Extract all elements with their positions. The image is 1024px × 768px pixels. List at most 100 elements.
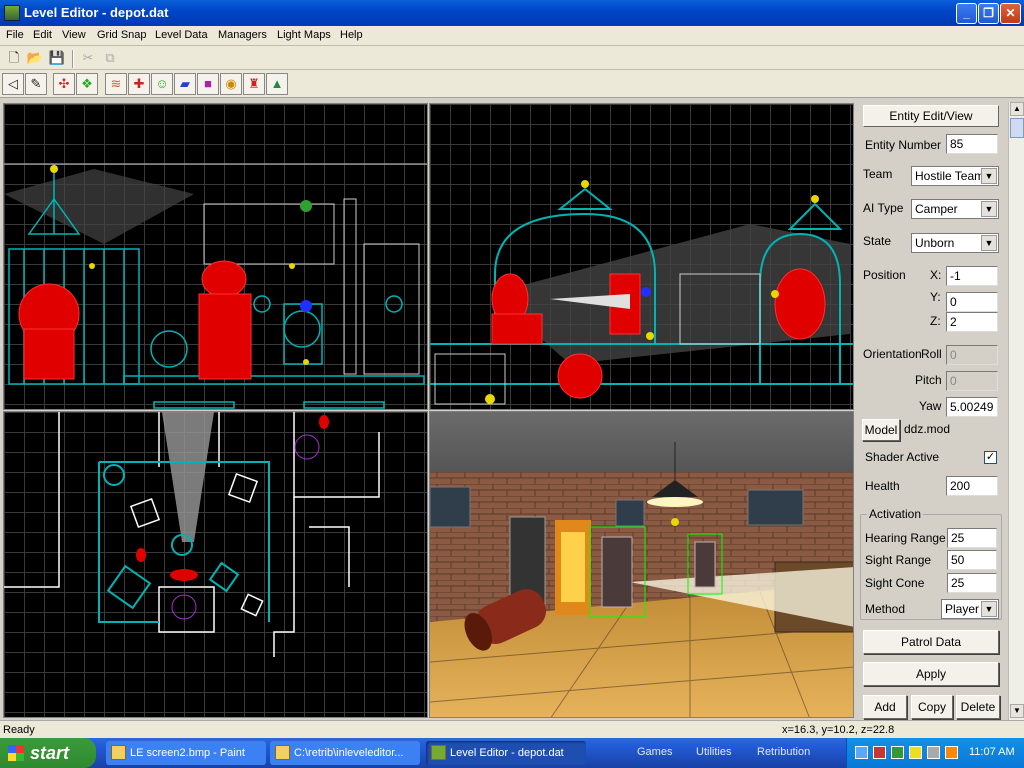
close-button[interactable]: ✕ bbox=[1000, 3, 1021, 24]
roll-label: Roll bbox=[921, 347, 942, 361]
method-select[interactable]: Player ▼ bbox=[941, 599, 999, 619]
panel-header: Entity Edit/View bbox=[863, 105, 999, 127]
task-explorer[interactable]: C:\retrib\inleveleditor... bbox=[270, 741, 420, 765]
quicklaunch-utilities[interactable]: Utilities bbox=[696, 746, 731, 758]
health-label: Health bbox=[865, 479, 900, 493]
viewport-front[interactable] bbox=[3, 103, 428, 410]
shader-active-checkbox[interactable]: ✓ bbox=[984, 451, 997, 464]
menu-file[interactable]: File bbox=[6, 29, 24, 41]
system-tray: 11:07 AM bbox=[846, 738, 1024, 768]
cut-icon[interactable]: ✂ bbox=[78, 48, 98, 68]
z-field[interactable]: 2 bbox=[946, 312, 998, 332]
sight-cone-field[interactable]: 25 bbox=[947, 573, 997, 593]
windows-logo-icon bbox=[8, 745, 24, 761]
ai-type-label: AI Type bbox=[863, 201, 904, 215]
file-toolbar: 🗋 📂 💾 ✂ ⧉ bbox=[0, 46, 1024, 70]
folder-icon bbox=[275, 745, 290, 760]
start-button[interactable]: start bbox=[0, 738, 96, 768]
sight-range-field[interactable]: 50 bbox=[947, 550, 997, 570]
entity-number-field[interactable]: 85 bbox=[946, 134, 998, 154]
yaw-label: Yaw bbox=[919, 399, 942, 413]
maximize-button[interactable]: ❐ bbox=[978, 3, 999, 24]
ai-type-value: Camper bbox=[915, 202, 958, 216]
state-label: State bbox=[863, 234, 892, 248]
y-field[interactable]: 0 bbox=[946, 292, 998, 312]
menu-grid-snap[interactable]: Grid Snap bbox=[97, 29, 147, 41]
app-tray-icon[interactable] bbox=[945, 746, 958, 759]
scroll-down-icon[interactable]: ▼ bbox=[1010, 704, 1024, 718]
state-select[interactable]: Unborn ▼ bbox=[911, 233, 999, 253]
team-value: Hostile Team bbox=[915, 169, 985, 183]
quicklaunch-retribution[interactable]: Retribution bbox=[757, 746, 810, 758]
task-explorer-label: C:\retrib\inleveleditor... bbox=[294, 747, 404, 759]
panel-scrollbar[interactable]: ▲ ▼ bbox=[1008, 102, 1024, 720]
zonealarm-icon[interactable] bbox=[909, 746, 922, 759]
method-value: Player bbox=[945, 602, 980, 616]
copy-button[interactable]: Copy bbox=[911, 695, 953, 719]
viewport-top[interactable] bbox=[3, 411, 428, 718]
menu-help[interactable]: Help bbox=[340, 29, 363, 41]
open-folder-icon[interactable]: 📂 bbox=[25, 48, 45, 68]
copy-icon[interactable]: ⧉ bbox=[100, 48, 120, 68]
activation-group: Activation Hearing Range 25 Sight Range … bbox=[860, 507, 1002, 620]
z-label: Z: bbox=[930, 314, 941, 328]
minimize-button[interactable]: _ bbox=[956, 3, 977, 24]
menu-managers[interactable]: Managers bbox=[218, 29, 267, 41]
task-level-editor[interactable]: Level Editor - depot.dat bbox=[426, 741, 586, 765]
model-button[interactable]: Model bbox=[862, 419, 900, 441]
light-tool-icon[interactable]: ◉ bbox=[220, 73, 242, 95]
delete-button[interactable]: Delete bbox=[956, 695, 1000, 719]
apply-button[interactable]: Apply bbox=[863, 662, 999, 686]
side-wireframe bbox=[430, 180, 853, 405]
chevron-down-icon[interactable]: ▼ bbox=[981, 235, 997, 251]
entity-panel: Entity Edit/View Entity Number 85 Team H… bbox=[855, 102, 1007, 720]
hearing-range-field[interactable]: 25 bbox=[947, 528, 997, 548]
add-entity-icon[interactable]: ✚ bbox=[128, 73, 150, 95]
status-bar: Ready x=16.3, y=10.2, z=22.8 bbox=[0, 720, 1024, 738]
scroll-thumb[interactable] bbox=[1010, 118, 1024, 138]
team-select[interactable]: Hostile Team ▼ bbox=[911, 166, 999, 186]
pitch-field[interactable]: 0 bbox=[946, 371, 998, 391]
add-button[interactable]: Add bbox=[863, 695, 907, 719]
entity-tool-icon[interactable]: ☺ bbox=[151, 73, 173, 95]
roll-field[interactable]: 0 bbox=[946, 345, 998, 365]
monitor-icon[interactable] bbox=[891, 746, 904, 759]
yaw-field[interactable]: 5.00249 bbox=[946, 397, 998, 417]
quicklaunch-games[interactable]: Games bbox=[637, 746, 672, 758]
cube-tool-icon[interactable]: ■ bbox=[197, 73, 219, 95]
spawn-tool-icon[interactable]: ♜ bbox=[243, 73, 265, 95]
team-label: Team bbox=[863, 167, 893, 181]
viewport-side[interactable] bbox=[429, 103, 854, 410]
menu-edit[interactable]: Edit bbox=[33, 29, 52, 41]
task-level-editor-label: Level Editor - depot.dat bbox=[450, 747, 564, 759]
security-icon[interactable] bbox=[873, 746, 886, 759]
chevron-down-icon[interactable]: ▼ bbox=[981, 201, 997, 217]
taskbar: start LE screen2.bmp - Paint C:\retrib\i… bbox=[0, 738, 1024, 768]
layers-tool-icon[interactable]: ≋ bbox=[105, 73, 127, 95]
brush-tool-icon[interactable]: ✎ bbox=[25, 73, 47, 95]
task-paint[interactable]: LE screen2.bmp - Paint bbox=[106, 741, 266, 765]
front-wireframe bbox=[4, 163, 427, 409]
menu-level-data[interactable]: Level Data bbox=[155, 29, 208, 41]
position-label: Position bbox=[863, 268, 906, 282]
chevron-down-icon[interactable]: ▼ bbox=[981, 601, 997, 617]
x-field[interactable]: -1 bbox=[946, 266, 998, 286]
plane-tool-icon[interactable]: ▰ bbox=[174, 73, 196, 95]
x-label: X: bbox=[930, 268, 942, 282]
patrol-data-button[interactable]: Patrol Data bbox=[863, 630, 999, 654]
menu-view[interactable]: View bbox=[62, 29, 86, 41]
terrain-tool-icon[interactable]: ▲ bbox=[266, 73, 288, 95]
new-file-icon[interactable]: 🗋 bbox=[4, 48, 24, 68]
volume-icon[interactable] bbox=[927, 746, 940, 759]
save-icon[interactable]: 💾 bbox=[47, 48, 67, 68]
move-tool-icon[interactable]: ✣ bbox=[53, 73, 75, 95]
scroll-up-icon[interactable]: ▲ bbox=[1010, 102, 1024, 116]
health-field[interactable]: 200 bbox=[946, 476, 998, 496]
menu-light-maps[interactable]: Light Maps bbox=[277, 29, 331, 41]
chevron-down-icon[interactable]: ▼ bbox=[981, 168, 997, 184]
ai-type-select[interactable]: Camper ▼ bbox=[911, 199, 999, 219]
back-arrow-icon[interactable]: ◁ bbox=[2, 73, 24, 95]
network-icon[interactable] bbox=[855, 746, 868, 759]
viewport-3d[interactable] bbox=[429, 411, 854, 718]
group-tool-icon[interactable]: ❖ bbox=[76, 73, 98, 95]
